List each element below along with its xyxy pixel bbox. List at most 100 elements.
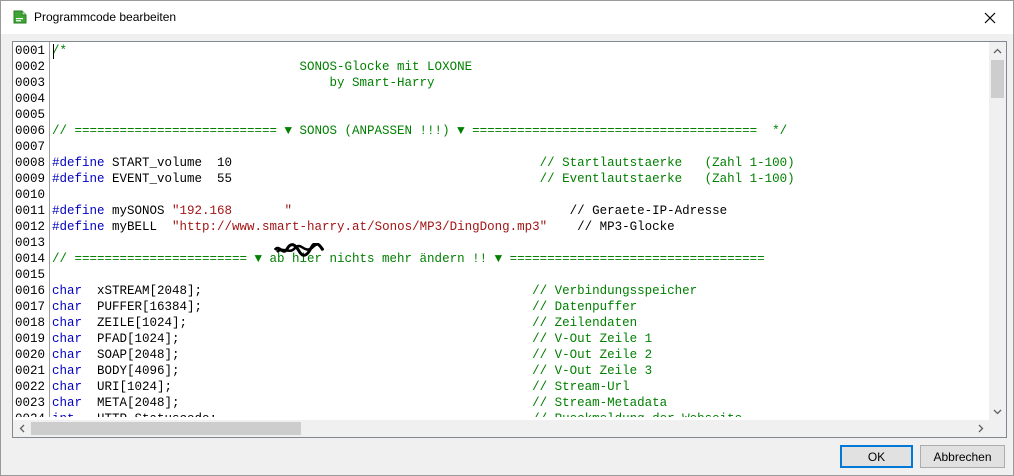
code-line: 0014 // ======================= ▼ ab hier… [13,251,795,267]
code-token: #define [52,172,105,186]
code-line: 0008 #define START_volume 10 // Startlaut… [13,155,795,171]
code-token: SONOS-Glocke mit LOXONE [52,60,473,74]
code-text: int HTTP_Statuscode; // Rueckmeldung der… [48,411,742,417]
code-line: 0016 char xSTREAM[2048]; // Verbindungssp… [13,283,795,299]
code-token: ZEILE[1024]; [82,316,533,330]
code-line: 0003 by Smart-Harry [13,75,795,91]
code-token: char [52,316,83,330]
code-text: #define myBELL "http://www.smart-harry.a… [48,219,675,235]
horizontal-scrollbar[interactable] [13,420,989,437]
code-token: char [52,332,83,346]
code-token: META[2048]; [82,396,533,410]
code-token: // V-Out Zeile 1 [532,332,653,346]
code-token: /* [52,44,68,58]
line-number: 0015 [15,268,46,282]
ok-button[interactable]: OK [840,445,913,468]
code-editor[interactable]: 0001 /* 0002 SONOS-Glocke mit LOXONE 0003 b… [12,41,1007,438]
code-line: 0023 char META[2048]; // Stream-Metadata [13,395,795,411]
code-line: 0017 char PUFFER[16384]; // Datenpuffer [13,299,795,315]
code-token: char [52,364,83,378]
code-token: BODY[4096]; [82,364,533,378]
code-token: // Rueckmeldung der Webseite [532,412,742,417]
code-line: 0015 [13,267,795,283]
code-line: 0004 [13,91,795,107]
line-number: 0005 [15,108,46,122]
code-token: // Datenpuffer [532,300,638,314]
line-number: 0016 [15,284,46,298]
code-token: "192.168 " [172,204,293,218]
code-line: 0024int HTTP_Statuscode; // Rueckmeldung… [13,411,795,417]
scroll-left-button[interactable] [13,420,30,437]
line-number: 0001 [15,44,46,58]
line-number: 0008 [15,156,46,170]
horizontal-scroll-thumb[interactable] [31,422,301,435]
code-token: char [52,380,83,394]
code-token: char [52,396,83,410]
code-token: HTTP_Statuscode; [75,412,533,417]
code-line: 0011 #define mySONOS "192.168 " // Geraet… [13,203,795,219]
title-bar: Programmcode bearbeiten [1,1,1013,34]
chevron-right-icon [978,424,983,433]
scroll-up-button[interactable] [989,42,1006,59]
code-token: // Geraete-IP-Adresse [569,204,728,218]
code-token: // Stream-Url [532,380,630,394]
code-token: // ======================= ▼ ab hier nic… [52,252,765,266]
code-line: 0018 char ZEILE[1024]; // Zeilendaten [13,315,795,331]
code-line: 0002 SONOS-Glocke mit LOXONE [13,59,795,75]
window-title: Programmcode bearbeiten [34,10,177,24]
line-number: 0009 [15,172,46,186]
code-text: char URI[1024]; // Stream-Url [48,379,630,395]
code-token: START_volume 10 [104,156,540,170]
vertical-scroll-thumb[interactable] [991,60,1004,98]
code-text: #define mySONOS "192.168 " // Geraete-IP… [48,203,727,219]
code-text: char PFAD[1024]; // V-Out Zeile 1 [48,331,652,347]
code-token: int [52,412,75,417]
vertical-scrollbar[interactable] [989,42,1006,420]
code-text-area[interactable]: 0001 /* 0002 SONOS-Glocke mit LOXONE 0003 b… [13,42,989,417]
code-token: // Eventlautstaerke (Zahl 1-100) [539,172,795,186]
code-line: 0006 // =========================== ▼ SON… [13,123,795,139]
chevron-down-icon [993,409,1002,414]
code-line: 0013 [13,235,795,251]
close-button[interactable] [967,1,1013,34]
code-text: char BODY[4096]; // V-Out Zeile 3 [48,363,652,379]
line-number: 0004 [15,92,46,106]
scrollbar-corner [989,420,1006,437]
line-number: 0003 [15,76,46,90]
code-line: 0022 char URI[1024]; // Stream-Url [13,379,795,395]
cancel-button[interactable]: Abbrechen [920,445,1005,468]
code-token: xSTREAM[2048]; [82,284,533,298]
code-token: EVENT_volume 55 [104,172,540,186]
code-token: char [52,348,83,362]
edit-code-dialog: Programmcode bearbeiten 0001 /* 0002 SONOS… [0,0,1014,476]
code-line: 0012 #define myBELL "http://www.smart-har… [13,219,795,235]
text-caret [53,44,54,59]
scroll-right-button[interactable] [972,420,989,437]
code-text: char xSTREAM[2048]; // Verbindungsspeich… [48,283,697,299]
code-line: 0009 #define EVENT_volume 55 // Eventlaut… [13,171,795,187]
line-number: 0011 [15,204,46,218]
code-lines: 0001 /* 0002 SONOS-Glocke mit LOXONE 0003 b… [13,43,795,417]
code-token: PFAD[1024]; [82,332,533,346]
code-token: "http://www.smart-harry.at/Sonos/MP3/Din… [172,220,548,234]
code-line: 0005 [13,107,795,123]
code-token: // =========================== ▼ SONOS (… [52,124,788,138]
line-number: 0017 [15,300,46,314]
line-number: 0010 [15,188,46,202]
code-token: char [52,284,83,298]
code-token: // V-Out Zeile 3 [532,364,653,378]
chevron-up-icon [993,48,1002,53]
code-token: myBELL [104,220,173,234]
line-number: 0021 [15,364,46,378]
code-line: 0010 [13,187,795,203]
code-text: SONOS-Glocke mit LOXONE [48,59,473,75]
scroll-down-button[interactable] [989,403,1006,420]
line-number: 0013 [15,236,46,250]
code-text: char PUFFER[16384]; // Datenpuffer [48,299,637,315]
line-number: 0012 [15,220,46,234]
